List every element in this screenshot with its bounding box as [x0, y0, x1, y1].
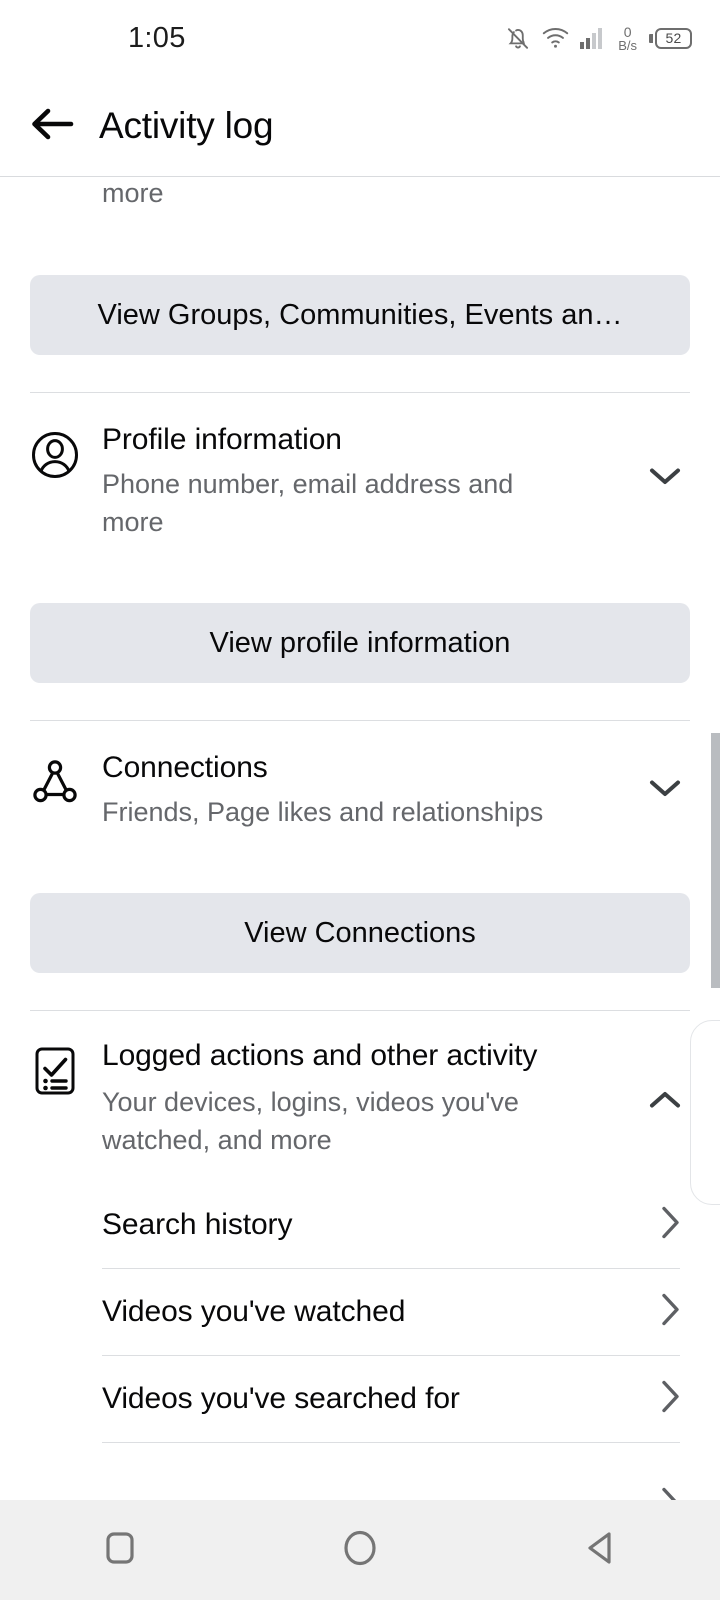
view-connections-button[interactable]: View Connections — [30, 893, 690, 973]
android-nav-bar — [0, 1500, 720, 1600]
nav-recents-button[interactable] — [65, 1515, 175, 1585]
status-bar-icons: 0 B/s 52 — [505, 25, 692, 52]
divider — [30, 1010, 690, 1011]
chevron-down-icon[interactable] — [648, 777, 682, 804]
network-speed-unit: B/s — [618, 37, 637, 53]
section-subtitle: Phone number, email address and more — [102, 469, 514, 537]
list-item-label: Search history — [102, 1208, 293, 1241]
connections-network-icon — [28, 755, 82, 814]
battery-level-text: 52 — [655, 27, 692, 49]
network-speed-indicator: 0 B/s — [618, 25, 637, 52]
list-item-label: Videos you've watched — [102, 1295, 406, 1328]
checklist-icon — [28, 1044, 82, 1103]
clipped-previous-subtitle: more — [102, 178, 164, 208]
status-bar-clock: 1:05 — [128, 21, 186, 54]
list-item-videos-searched[interactable]: Videos you've searched for — [0, 1356, 720, 1442]
view-groups-button[interactable]: View Groups, Communities, Events an… — [30, 275, 690, 355]
battery-nub — [649, 33, 653, 43]
list-item-partially-visible[interactable] — [0, 1463, 720, 1500]
section-title: Connections — [102, 751, 268, 784]
cellular-signal-icon — [580, 27, 606, 49]
arrow-left-icon — [30, 105, 74, 148]
status-bar: 1:05 0 B/s 52 — [0, 0, 720, 76]
scrollbar-thumb[interactable] — [711, 733, 720, 988]
phone-screen: 1:05 0 B/s 52 Activity log more View Gro… — [0, 0, 720, 1600]
chevron-right-icon — [660, 1486, 682, 1500]
divider — [102, 1442, 680, 1443]
section-title: Profile information — [102, 423, 342, 456]
section-title: Logged actions and other activity — [102, 1039, 538, 1072]
nav-home-button[interactable] — [305, 1515, 415, 1585]
page-title: Activity log — [99, 105, 274, 146]
back-button[interactable] — [26, 100, 78, 152]
circle-icon — [340, 1526, 380, 1575]
section-subtitle: Your devices, logins, videos you've watc… — [102, 1087, 519, 1155]
chevron-right-icon — [660, 1292, 682, 1333]
profile-circle-icon — [28, 428, 82, 487]
chevron-down-icon[interactable] — [648, 465, 682, 492]
battery-icon: 52 — [649, 27, 692, 49]
chevron-right-icon — [660, 1205, 682, 1246]
side-panel-edge — [690, 1020, 720, 1205]
chevron-right-icon — [660, 1379, 682, 1420]
list-item-videos-watched[interactable]: Videos you've watched — [0, 1269, 720, 1355]
nav-back-button[interactable] — [545, 1515, 655, 1585]
triangle-left-icon — [581, 1527, 619, 1574]
wifi-icon — [542, 27, 569, 49]
square-icon — [102, 1528, 138, 1573]
view-profile-information-button[interactable]: View profile information — [30, 603, 690, 683]
section-subtitle: Friends, Page likes and relationships — [102, 797, 544, 827]
chevron-up-icon[interactable] — [648, 1089, 682, 1116]
app-bar: Activity log — [0, 76, 720, 176]
divider — [30, 720, 690, 721]
divider — [30, 392, 690, 393]
notifications-off-icon — [505, 25, 531, 52]
list-item-search-history[interactable]: Search history — [0, 1182, 720, 1268]
list-item-label: Videos you've searched for — [102, 1382, 460, 1415]
network-speed-value: 0 — [623, 23, 632, 40]
activity-log-scroll-area[interactable]: more View Groups, Communities, Events an… — [0, 177, 720, 1500]
